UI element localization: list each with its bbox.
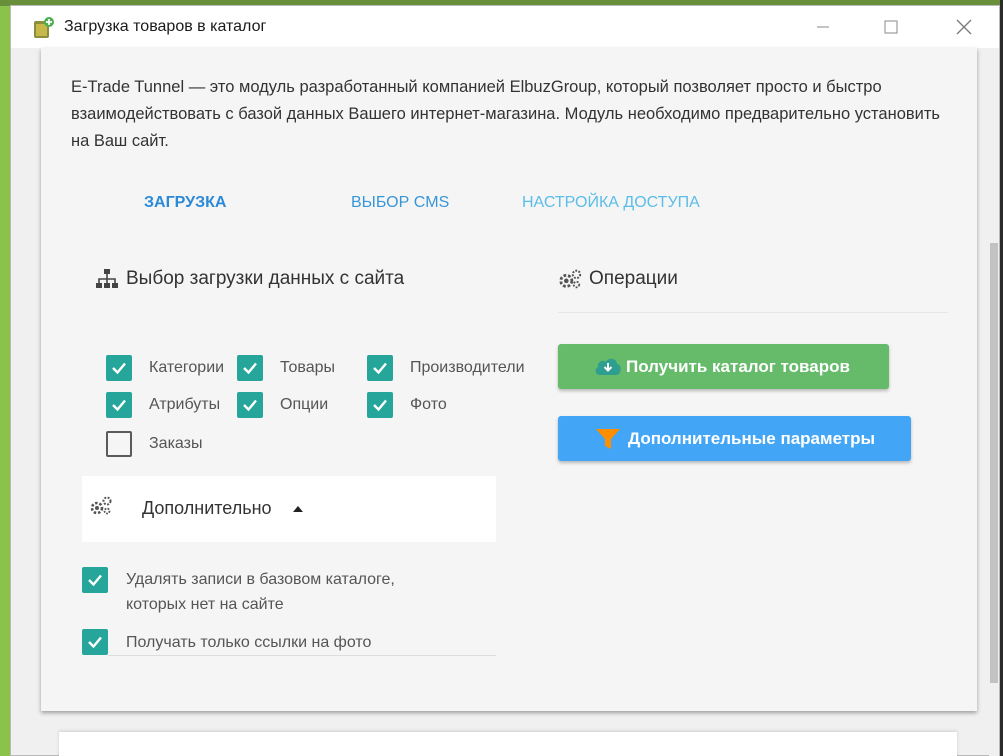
- background-strip-left: [0, 0, 10, 756]
- checkmark-icon: [112, 399, 126, 412]
- close-button[interactable]: [949, 14, 979, 40]
- funnel-icon: [594, 426, 626, 452]
- option-manufacturers[interactable]: Производители: [367, 355, 525, 381]
- operations-header: Операции: [558, 268, 678, 290]
- label-products: Товары: [280, 359, 336, 376]
- data-selection-header: Выбор загрузки данных с сайта: [95, 268, 404, 290]
- operations-divider: [558, 312, 948, 313]
- checkbox-manufacturers[interactable]: [367, 355, 393, 381]
- scrollbar-thumb[interactable]: [990, 243, 998, 683]
- option-photo-links-only[interactable]: Получать только ссылки на фото: [82, 629, 371, 655]
- option-photos[interactable]: Фото: [367, 392, 447, 418]
- label-manufacturers: Производители: [410, 359, 525, 376]
- window-title: Загрузка товаров в каталог: [64, 18, 267, 35]
- close-icon: [956, 19, 972, 35]
- dialog-window: Загрузка товаров в каталог E-Trade Tunne…: [10, 5, 1000, 756]
- extra-params-label: Дополнительные параметры: [628, 428, 876, 448]
- label-attributes: Атрибуты: [149, 396, 221, 413]
- checkbox-photos[interactable]: [367, 392, 393, 418]
- label-photos: Фото: [410, 396, 447, 413]
- label-categories: Категории: [149, 359, 225, 376]
- cloud-download-icon: [592, 354, 624, 380]
- label-orders: Заказы: [149, 435, 203, 452]
- get-catalog-label: Получить каталог товаров: [626, 356, 850, 376]
- checkmark-icon: [88, 636, 102, 649]
- option-categories[interactable]: Категории: [106, 355, 224, 381]
- gears-icon: [558, 268, 582, 290]
- operations-title: Операции: [589, 268, 678, 289]
- checkbox-products[interactable]: [237, 355, 263, 381]
- minimize-button[interactable]: [808, 14, 838, 40]
- checkmark-icon: [373, 362, 387, 375]
- checkmark-icon: [243, 399, 257, 412]
- scrollbar[interactable]: [989, 48, 999, 756]
- option-options[interactable]: Опции: [237, 392, 328, 418]
- checkmark-icon: [112, 362, 126, 375]
- checkbox-categories[interactable]: [106, 355, 132, 381]
- data-selection-title: Выбор загрузки данных с сайта: [126, 268, 405, 289]
- checkbox-options[interactable]: [237, 392, 263, 418]
- checkbox-attributes[interactable]: [106, 392, 132, 418]
- tab-access[interactable]: НАСТРОЙКА ДОСТУПА: [522, 194, 700, 212]
- tab-cms[interactable]: ВЫБОР CMS: [351, 194, 449, 212]
- catalog-upload-icon: [34, 17, 54, 38]
- checkbox-photo-links-only[interactable]: [82, 629, 108, 655]
- checkbox-orders[interactable]: [106, 431, 132, 457]
- additional-label: Дополнительно: [142, 498, 272, 518]
- checkmark-icon: [243, 362, 257, 375]
- checkmark-icon: [373, 399, 387, 412]
- options-divider: [108, 655, 496, 656]
- next-section-card: [59, 732, 957, 756]
- gears-icon: [90, 496, 112, 515]
- minimize-icon: [817, 26, 829, 28]
- sitemap-icon: [95, 268, 119, 290]
- label-photo-links-only: Получать только ссылки на фото: [126, 633, 372, 651]
- maximize-button[interactable]: [876, 14, 906, 40]
- option-orders[interactable]: Заказы: [106, 431, 202, 457]
- title-bar: Загрузка товаров в каталог: [11, 6, 999, 48]
- tab-upload[interactable]: ЗАГРУЗКА: [144, 194, 226, 212]
- caret-up-icon: [293, 506, 303, 512]
- checkbox-delete-missing[interactable]: [82, 567, 108, 593]
- label-options: Опции: [280, 396, 329, 413]
- get-catalog-button[interactable]: Получить каталог товаров: [558, 344, 889, 389]
- main-panel: E-Trade Tunnel — это модуль разработанны…: [41, 48, 977, 711]
- option-delete-missing[interactable]: Удалять записи в базовом каталоге, котор…: [82, 567, 426, 617]
- maximize-icon: [884, 20, 898, 34]
- checkmark-icon: [88, 574, 102, 587]
- module-description: E-Trade Tunnel — это модуль разработанны…: [71, 78, 941, 150]
- extra-params-button[interactable]: Дополнительные параметры: [558, 416, 911, 461]
- label-delete-missing: Удалять записи в базовом каталоге, котор…: [126, 571, 395, 613]
- option-products[interactable]: Товары: [237, 355, 335, 381]
- option-attributes[interactable]: Атрибуты: [106, 392, 220, 418]
- additional-expander[interactable]: Дополнительно: [82, 476, 496, 542]
